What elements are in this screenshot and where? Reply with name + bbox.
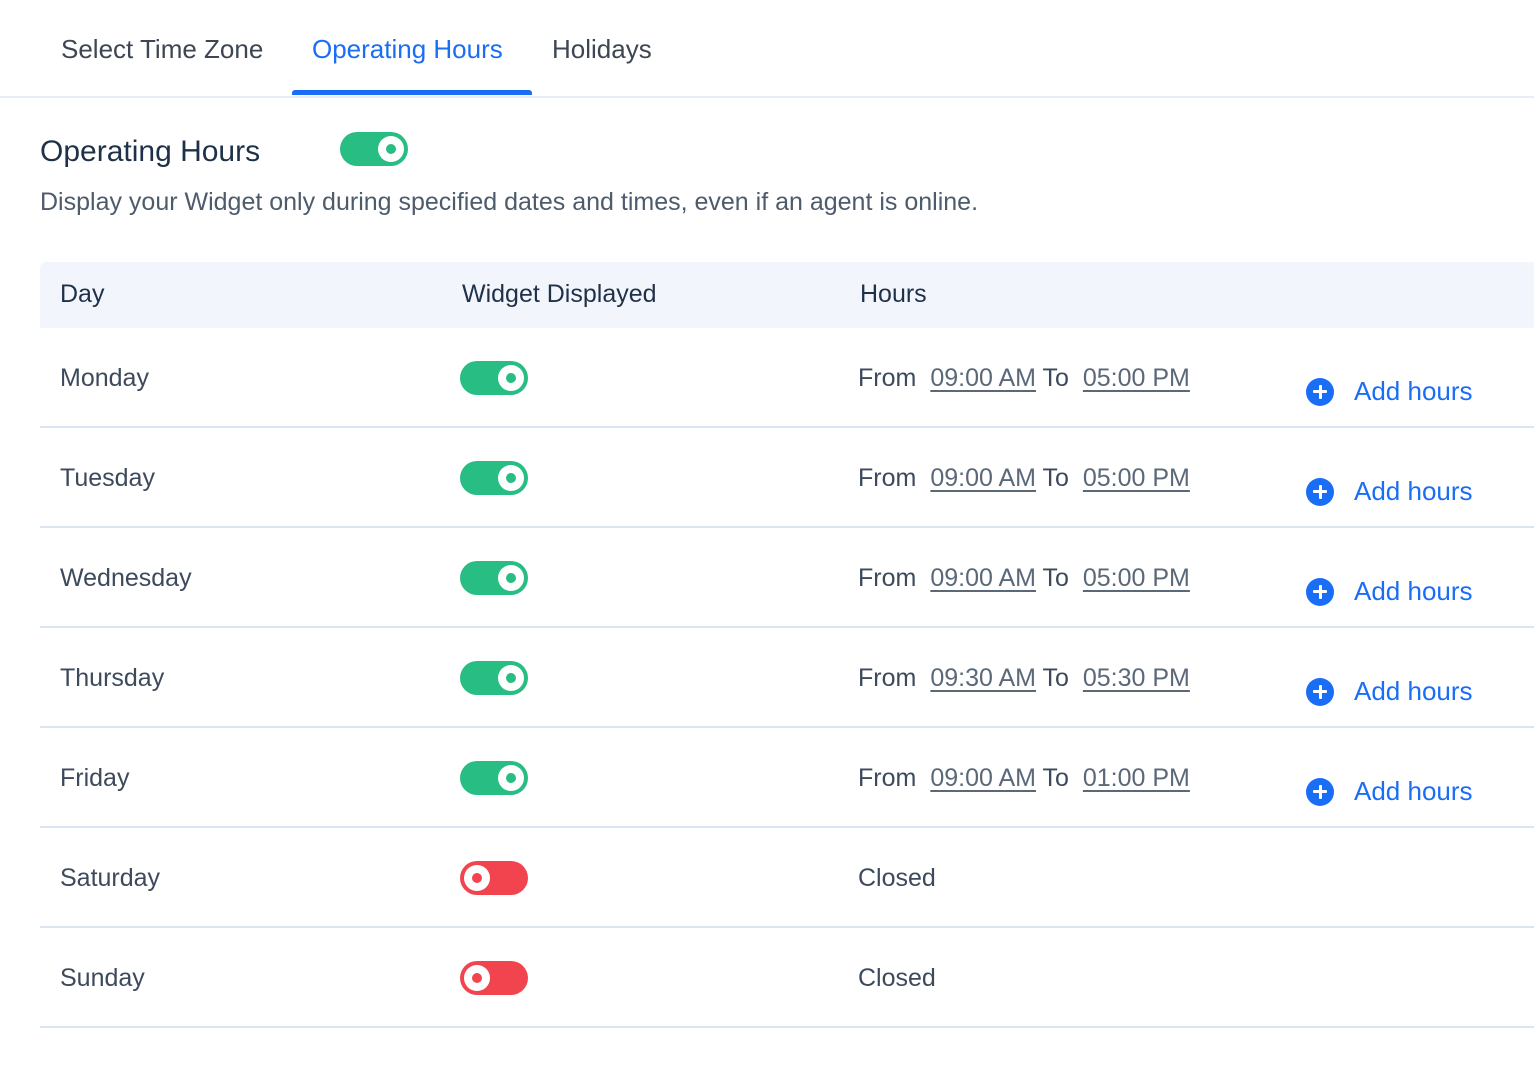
to-label: To: [1042, 764, 1069, 792]
table-row: Wednesday From 09:00 AM To 05:00 PM Add hour…: [40, 528, 1534, 628]
widget-displayed-toggle[interactable]: [460, 761, 528, 795]
widget-displayed-toggle[interactable]: [460, 361, 528, 395]
table-row: Sunday Closed: [40, 928, 1534, 1028]
plus-circle-icon: [1306, 477, 1334, 506]
day-label: Friday: [60, 764, 130, 792]
day-label: Monday: [60, 364, 149, 392]
to-label: To: [1042, 364, 1069, 392]
day-label: Wednesday: [60, 564, 192, 592]
to-time-link[interactable]: 05:00 PM: [1083, 364, 1190, 392]
from-label: From: [858, 464, 917, 492]
from-time-link[interactable]: 09:00 AM: [930, 764, 1036, 792]
to-label: To: [1042, 564, 1069, 592]
toggle-knob: [498, 365, 524, 391]
from-label: From: [858, 664, 917, 692]
plus-circle-icon: [1306, 677, 1334, 706]
from-label: From: [858, 764, 917, 792]
to-time-link[interactable]: 05:00 PM: [1083, 564, 1190, 592]
plus-circle-icon: [1306, 377, 1334, 406]
table-row: Tuesday From 09:00 AM To 05:00 PM Add hours: [40, 428, 1534, 528]
add-hours-label: Add hours: [1354, 476, 1473, 506]
add-hours-label: Add hours: [1354, 776, 1473, 806]
to-time-link[interactable]: 05:30 PM: [1083, 664, 1190, 692]
table-row: Monday From 09:00 AM To 05:00 PM Add hours: [40, 328, 1534, 428]
add-hours-button[interactable]: Add hours: [1306, 376, 1473, 407]
plus-circle-icon: [1306, 577, 1334, 606]
from-time-link[interactable]: 09:30 AM: [930, 664, 1036, 692]
from-time-link[interactable]: 09:00 AM: [930, 364, 1036, 392]
hours-range: From 09:30 AM To 05:30 PM: [858, 664, 1190, 693]
to-time-link[interactable]: 05:00 PM: [1083, 464, 1190, 492]
table-row: Thursday From 09:30 AM To 05:30 PM Add hours: [40, 628, 1534, 728]
closed-status: Closed: [858, 864, 936, 892]
to-label: To: [1042, 664, 1069, 692]
toggle-knob: [464, 865, 490, 891]
toggle-knob: [498, 565, 524, 591]
hours-range: From 09:00 AM To 05:00 PM: [858, 564, 1190, 593]
add-hours-button[interactable]: Add hours: [1306, 676, 1473, 707]
day-label: Saturday: [60, 864, 161, 892]
hours-range: From 09:00 AM To 05:00 PM: [858, 364, 1190, 393]
active-tab-indicator: [292, 90, 532, 95]
toggle-knob: [378, 136, 404, 162]
plus-circle-icon: [1306, 777, 1334, 806]
toggle-knob: [498, 465, 524, 491]
toggle-knob: [498, 665, 524, 691]
widget-displayed-toggle[interactable]: [460, 661, 528, 695]
widget-displayed-toggle[interactable]: [460, 861, 528, 895]
tab-operating-hours[interactable]: Operating Hours: [312, 34, 503, 65]
to-label: To: [1042, 464, 1069, 492]
widget-displayed-toggle[interactable]: [460, 561, 528, 595]
closed-status: Closed: [858, 964, 936, 992]
from-time-link[interactable]: 09:00 AM: [930, 564, 1036, 592]
hours-range: From 09:00 AM To 05:00 PM: [858, 464, 1190, 493]
column-header-day: Day: [60, 280, 105, 308]
tab-select-time-zone[interactable]: Select Time Zone: [61, 34, 263, 65]
widget-displayed-toggle[interactable]: [460, 461, 528, 495]
add-hours-label: Add hours: [1354, 376, 1473, 406]
add-hours-label: Add hours: [1354, 676, 1473, 706]
tab-holidays[interactable]: Holidays: [552, 34, 652, 65]
tab-bar: Select Time Zone Operating Hours Holiday…: [0, 0, 1534, 98]
to-time-link[interactable]: 01:00 PM: [1083, 764, 1190, 792]
table-header: Day Widget Displayed Hours: [40, 262, 1534, 328]
section-description: Display your Widget only during specifie…: [40, 188, 979, 216]
widget-displayed-toggle[interactable]: [460, 961, 528, 995]
toggle-knob: [464, 965, 490, 991]
toggle-knob: [498, 765, 524, 791]
add-hours-button[interactable]: Add hours: [1306, 576, 1473, 607]
operating-hours-master-toggle[interactable]: [340, 132, 408, 166]
day-label: Thursday: [60, 664, 165, 692]
column-header-widget-displayed: Widget Displayed: [462, 280, 657, 308]
hours-range: From 09:00 AM To 01:00 PM: [858, 764, 1190, 793]
column-header-hours: Hours: [860, 280, 927, 308]
add-hours-label: Add hours: [1354, 576, 1473, 606]
table-row: Friday From 09:00 AM To 01:00 PM Add hours: [40, 728, 1534, 828]
section-title: Operating Hours: [40, 135, 261, 168]
day-label: Sunday: [60, 964, 145, 992]
from-label: From: [858, 564, 917, 592]
from-time-link[interactable]: 09:00 AM: [930, 464, 1036, 492]
add-hours-button[interactable]: Add hours: [1306, 476, 1473, 507]
day-label: Tuesday: [60, 464, 155, 492]
table-row: Saturday Closed: [40, 828, 1534, 928]
from-label: From: [858, 364, 917, 392]
add-hours-button[interactable]: Add hours: [1306, 776, 1473, 807]
